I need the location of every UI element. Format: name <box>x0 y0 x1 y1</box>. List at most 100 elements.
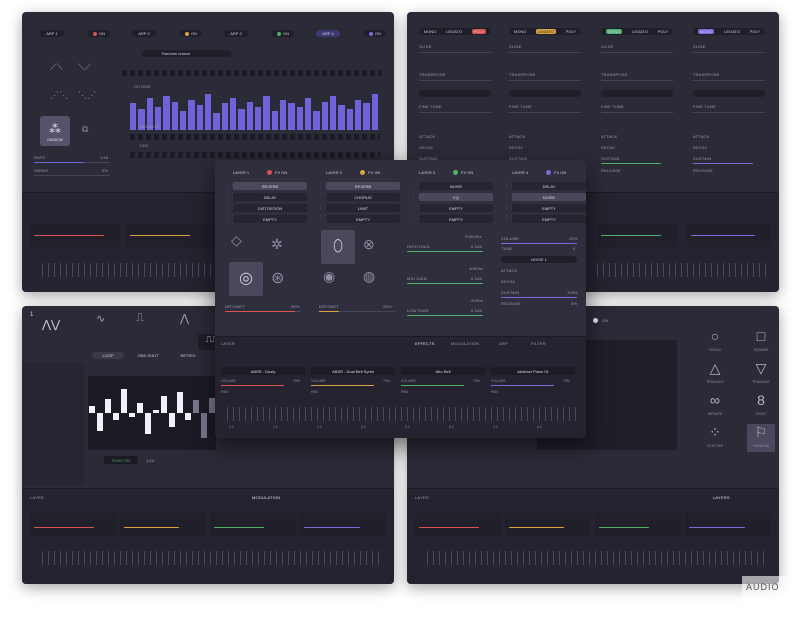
lfo-shape-selector[interactable]: ⋀⋁ <box>42 318 60 331</box>
lfo-step[interactable] <box>185 413 191 420</box>
drag-handle-icon[interactable]: ⋮⋮ <box>411 204 421 210</box>
lfo-step[interactable] <box>137 402 143 413</box>
velocity-bar[interactable] <box>330 95 337 130</box>
fx-slot[interactable]: EMPTY <box>512 204 586 212</box>
fx-slot[interactable]: DELAY <box>233 193 307 201</box>
lfo-step[interactable] <box>169 413 175 427</box>
mixer-volume-slider[interactable] <box>491 385 554 386</box>
velocity-bar[interactable] <box>321 101 328 130</box>
chord-icon[interactable]: ⧉ <box>82 124 88 135</box>
mixer-volume-slider[interactable] <box>311 385 374 386</box>
tab-retrig[interactable]: RETRIG <box>172 352 204 359</box>
velocity-bar[interactable] <box>171 101 178 130</box>
lfo-step[interactable] <box>129 413 135 417</box>
drag-handle-icon[interactable]: ⋮⋮ <box>411 182 421 188</box>
velocity-bar[interactable] <box>205 93 212 130</box>
fx-slot[interactable]: EMPTY <box>233 215 307 223</box>
velocity-bar[interactable] <box>280 99 287 130</box>
lfo-step[interactable] <box>89 406 95 413</box>
mode-tabs-3[interactable]: MONO LEGATO POLY <box>601 28 673 35</box>
velocity-bar[interactable] <box>271 111 278 130</box>
fx-slot[interactable]: EMPTY <box>419 204 493 212</box>
mixer-volume-slider[interactable] <box>401 385 464 386</box>
fx-slot[interactable]: LIMIT <box>326 204 400 212</box>
octave-select-2[interactable] <box>509 90 581 97</box>
shape-icon[interactable]: ▽ <box>749 360 773 377</box>
footer-layers-tab[interactable]: LAYERS <box>713 495 730 500</box>
fx-slot[interactable]: REVERB <box>233 182 307 190</box>
lfo-step[interactable] <box>153 409 159 413</box>
lfo-step[interactable] <box>105 399 111 413</box>
fx-slot[interactable]: EQ <box>419 193 493 201</box>
drag-handle-icon[interactable]: ⋮⋮ <box>504 204 514 210</box>
noise-sustain-slider[interactable] <box>501 297 577 298</box>
velocity-bar[interactable] <box>338 105 345 130</box>
velocity-bar[interactable] <box>371 93 378 130</box>
fx-slot[interactable]: EMPTY <box>419 215 493 223</box>
arp-1-toggle[interactable]: ON <box>88 30 110 37</box>
drag-handle-icon[interactable]: ⋮⋮ <box>225 182 235 188</box>
mode-icon-down[interactable]: ⟍⟋ <box>78 62 91 73</box>
noise-select[interactable]: NOISE 1 <box>501 256 577 263</box>
mid-gain-slider[interactable] <box>407 283 483 284</box>
footer-filter-tab[interactable]: FILTER <box>531 341 546 346</box>
arp-3-button[interactable]: ARP 3 <box>224 30 248 37</box>
velocity-bar[interactable] <box>213 112 220 130</box>
lfo-editor[interactable] <box>88 376 216 450</box>
high-gain-slider[interactable] <box>407 251 483 252</box>
velocity-bar[interactable] <box>130 103 137 130</box>
velocity-bar[interactable] <box>313 111 320 130</box>
shape-icon[interactable]: ⁘ <box>703 424 727 441</box>
shape-icon[interactable]: △ <box>703 360 727 377</box>
drag-handle-icon[interactable]: ⋮⋮ <box>318 182 328 188</box>
drag-handle-icon[interactable]: ⋮⋮ <box>225 215 235 221</box>
shape-icon[interactable]: ⚐ <box>749 424 773 441</box>
sustain-slider-3[interactable] <box>601 163 661 164</box>
drag-handle-icon[interactable]: ⋮⋮ <box>411 215 421 221</box>
fx-slot[interactable]: NOISE <box>419 182 493 190</box>
arp-2-button[interactable]: ARP 2 <box>132 30 156 37</box>
velocity-bar[interactable] <box>255 107 262 130</box>
shape-icon[interactable]: 8 <box>749 392 773 408</box>
sustain-slider-4[interactable] <box>693 163 753 164</box>
velocity-bar[interactable] <box>363 103 370 130</box>
reverb-shape-selected[interactable]: ◎ <box>229 262 263 296</box>
drag-handle-icon[interactable]: ⋮⋮ <box>504 182 514 188</box>
mixer-volume-slider[interactable] <box>221 385 284 386</box>
mode-tabs-4[interactable]: MONO LEGATO POLY <box>693 28 765 35</box>
dry-wet-slider-2[interactable] <box>319 311 339 312</box>
wave-icon-pulse[interactable]: ⎍ <box>136 312 144 325</box>
fx-slot[interactable]: EMPTY <box>512 215 586 223</box>
rate-slider[interactable] <box>34 162 84 163</box>
velocity-bars[interactable] <box>130 92 380 130</box>
fx-slot[interactable]: EMPTY <box>326 215 400 223</box>
wave-icon-saw[interactable]: ⋀ <box>180 312 189 325</box>
dry-wet-slider-1[interactable] <box>225 311 295 312</box>
drag-handle-icon[interactable]: ⋮⋮ <box>225 193 235 199</box>
velocity-bar[interactable] <box>346 109 353 130</box>
drag-handle-icon[interactable]: ⋮⋮ <box>504 215 514 221</box>
lfo-step[interactable] <box>121 388 127 413</box>
velocity-bar[interactable] <box>196 105 203 130</box>
timeline[interactable] <box>227 407 577 421</box>
random-mode-button[interactable]: ⁂ RANDOM <box>40 116 70 146</box>
reverb-shape-2[interactable]: ⊛ <box>271 268 284 288</box>
fx-slot[interactable]: DISTORTION <box>233 204 307 212</box>
drag-handle-icon[interactable]: ⋮⋮ <box>504 193 514 199</box>
footer-modulation-tab[interactable]: MODULATION <box>451 341 479 346</box>
footer-modulation-tab[interactable]: MODULATION <box>252 495 280 500</box>
chorus-shape-4[interactable]: ◍ <box>363 268 375 285</box>
sync-button[interactable]: SYNC ON <box>104 456 138 464</box>
tab-loop[interactable]: LOOP <box>92 352 124 359</box>
arp-4-toggle[interactable]: ON <box>364 30 386 37</box>
velocity-bar[interactable] <box>263 95 270 130</box>
footer-effects-tab[interactable]: EFFECTS <box>415 341 435 346</box>
fx-layer-dot[interactable] <box>267 170 272 175</box>
drag-handle-icon[interactable]: ⋮⋮ <box>318 204 328 210</box>
fx-layer-dot[interactable] <box>360 170 365 175</box>
lfo-step[interactable] <box>193 400 199 413</box>
lfo-step[interactable] <box>201 413 207 438</box>
reverb-shape-3[interactable]: ◇ <box>231 232 242 249</box>
mixer-slot-name[interactable]: ABSR - Dusty <box>221 367 305 375</box>
drag-handle-icon[interactable]: ⋮⋮ <box>411 193 421 199</box>
